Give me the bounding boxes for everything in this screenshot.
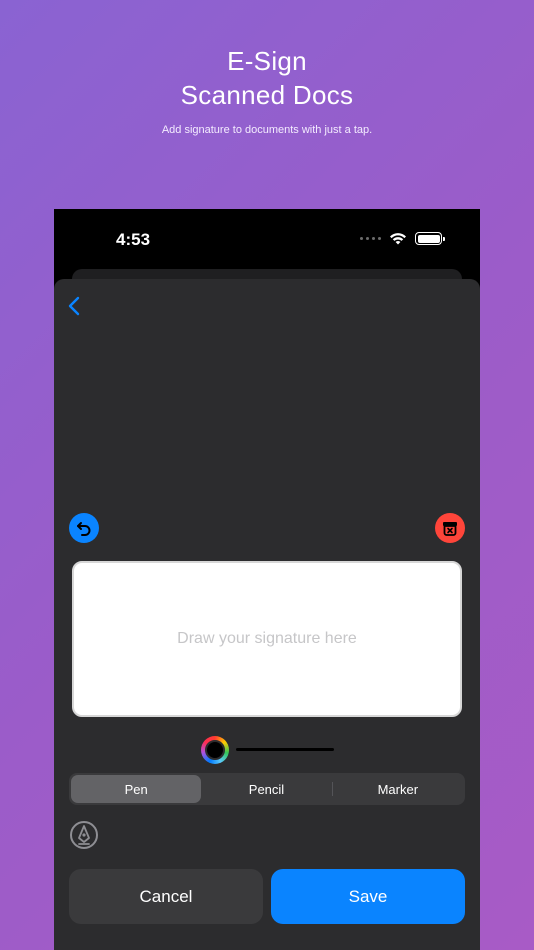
segment-marker[interactable]: Marker (333, 775, 463, 803)
save-button[interactable]: Save (271, 869, 465, 924)
cancel-button[interactable]: Cancel (69, 869, 263, 924)
signature-placeholder: Draw your signature here (177, 630, 357, 647)
signature-sheet: Draw your signature here Pen Pencil Mark… (54, 279, 480, 950)
hero-title-line2: Scanned Docs (180, 80, 354, 110)
hero-title: E-Sign Scanned Docs (0, 44, 534, 112)
signature-canvas[interactable]: Draw your signature here (72, 561, 462, 717)
phone-screen: 4:53 Draw your signature here Pen Pencil… (54, 209, 480, 950)
status-indicators (360, 232, 445, 245)
wifi-icon (389, 232, 407, 245)
cellular-signal-icon (360, 237, 381, 240)
pen-tip-icon (70, 821, 98, 849)
battery-icon (415, 232, 445, 245)
undo-icon (77, 522, 91, 536)
pen-tool-button[interactable] (69, 820, 99, 850)
clear-button[interactable] (435, 513, 465, 543)
back-button[interactable] (64, 295, 86, 317)
chevron-left-icon (68, 296, 80, 316)
trash-icon (443, 522, 457, 536)
status-time: 4:53 (116, 230, 151, 249)
undo-button[interactable] (69, 513, 99, 543)
color-picker-button[interactable] (201, 736, 229, 764)
segment-pencil[interactable]: Pencil (201, 775, 331, 803)
hero-title-line1: E-Sign (227, 46, 307, 76)
tool-segmented-control: Pen Pencil Marker (69, 773, 465, 805)
stroke-width-preview (236, 748, 334, 751)
hero-subtitle: Add signature to documents with just a t… (161, 124, 373, 136)
current-color-swatch (205, 740, 225, 760)
segment-pen[interactable]: Pen (71, 775, 202, 803)
